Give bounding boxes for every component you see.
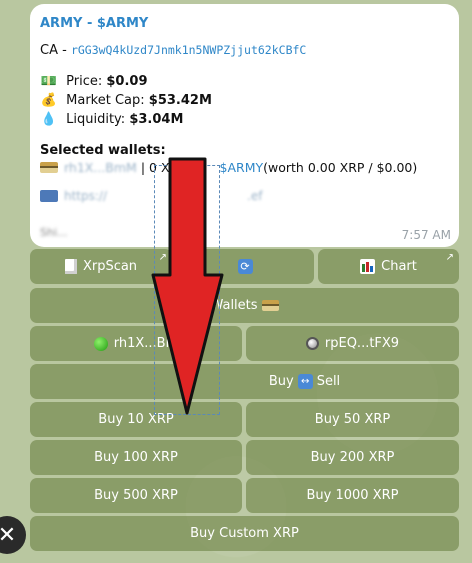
wallet-address-blurred: rh1X...BmM — [64, 160, 137, 175]
wallet2-button[interactable]: rpEQ...tFX9 — [246, 326, 459, 361]
wallet2-label: rpEQ...tFX9 — [324, 336, 400, 351]
link-tail-blurred: .ef — [247, 189, 263, 203]
buy-custom-label: Buy Custom XRP — [190, 526, 299, 541]
document-icon — [64, 259, 77, 274]
swap-arrows-icon: ↔ — [297, 374, 313, 389]
green-circle-icon — [93, 336, 108, 351]
buy-200-label: Buy 200 XRP — [310, 450, 395, 465]
market-cap-value: $53.42M — [148, 93, 212, 108]
buy-200-button[interactable]: Buy 200 XRP — [246, 440, 459, 475]
buy-100-button[interactable]: Buy 100 XRP — [30, 440, 242, 475]
price-label: Price: — [66, 74, 103, 89]
selected-wallets-label: Selected wallets: — [40, 143, 166, 158]
chart-label: Chart — [381, 259, 417, 274]
buy-50-button[interactable]: Buy 50 XRP — [246, 402, 459, 437]
chart-button[interactable]: Chart ↗ — [318, 249, 459, 284]
link-line: https:// .ef — [40, 189, 449, 203]
liquidity-label: Liquidity: — [66, 112, 126, 127]
market-cap-label: Market Cap: — [66, 93, 145, 108]
wallet-worth: (worth 0.00 XRP / $0.00) — [263, 160, 418, 175]
ca-value[interactable]: rGG3wQ4kUzd7Jnmk1n5NWPZjjut62kCBfC — [71, 43, 306, 57]
ca-label: CA - — [40, 43, 67, 58]
market-cap-row: 💰 Market Cap: $53.42M — [40, 91, 449, 110]
laptop-icon — [40, 190, 58, 202]
price-row: 💵 Price: $0.09 — [40, 72, 449, 91]
token-info: 💵 Price: $0.09 💰 Market Cap: $53.42M 💧 L… — [40, 72, 449, 129]
droplet-icon: 💧 — [40, 112, 58, 127]
buy-500-label: Buy 500 XRP — [94, 488, 178, 503]
buy-label: Buy — [268, 374, 294, 389]
credit-card-icon — [40, 162, 58, 173]
bottom-blurred-text: Shi... — [40, 226, 68, 239]
liquidity-value: $3.04M — [129, 112, 184, 127]
token-title[interactable]: ARMY - $ARMY — [40, 16, 449, 31]
buy-custom-button[interactable]: Buy Custom XRP — [30, 516, 459, 551]
sell-label: Sell — [316, 374, 341, 389]
buy-sell-toggle-button[interactable]: Buy ↔ Sell — [30, 364, 459, 399]
link-blurred[interactable]: https:// — [64, 189, 107, 203]
buy-50-label: Buy 50 XRP — [314, 412, 391, 427]
message-bubble: ARMY - $ARMY CA - rGG3wQ4kUzd7Jnmk1n5NWP… — [30, 4, 459, 247]
xrpscan-label: XrpScan — [82, 259, 138, 274]
contract-address-line: CA - rGG3wQ4kUzd7Jnmk1n5NWPZjjut62kCBfC — [40, 43, 449, 58]
wallets-button[interactable]: Wallets — [30, 288, 459, 323]
refresh-icon: ⟳ — [237, 259, 253, 274]
red-down-arrow-icon — [151, 157, 224, 415]
selected-wallet-line: rh1X...BmM | 0 X $ARMY (worth 0.00 XRP /… — [40, 160, 449, 175]
buy-500-button[interactable]: Buy 500 XRP — [30, 478, 242, 513]
bar-chart-icon — [360, 259, 376, 274]
price-value: $0.09 — [106, 74, 148, 89]
buy-1000-button[interactable]: Buy 1000 XRP — [246, 478, 459, 513]
money-icon: 💵 — [40, 74, 58, 89]
arrow-shape — [151, 157, 224, 415]
external-link-icon: ↗ — [445, 252, 454, 263]
close-icon[interactable]: ✕ — [0, 516, 26, 554]
buy-100-label: Buy 100 XRP — [94, 450, 178, 465]
radio-button-icon — [305, 337, 319, 350]
money-bag-icon: 💰 — [40, 93, 58, 108]
wallet-token-link[interactable]: $ARMY — [220, 160, 264, 175]
credit-card-icon — [261, 300, 279, 311]
liquidity-row: 💧 Liquidity: $3.04M — [40, 110, 449, 129]
buy-1000-label: Buy 1000 XRP — [306, 488, 399, 503]
message-time: 7:57 AM — [401, 228, 451, 242]
